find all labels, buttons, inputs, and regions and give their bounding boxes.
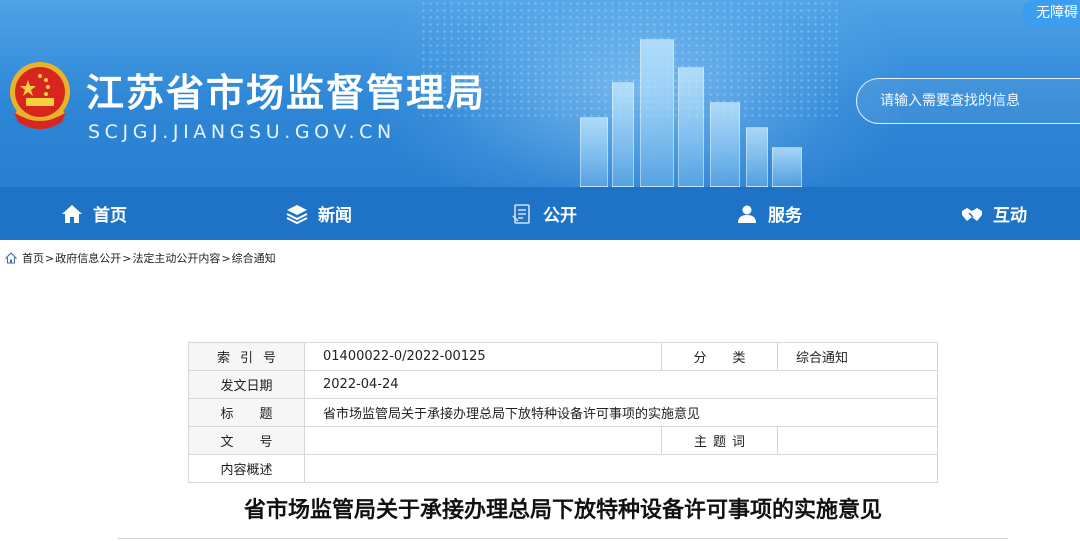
date-label: 发文日期 bbox=[188, 370, 305, 399]
national-emblem-icon bbox=[6, 60, 74, 132]
breadcrumb-link-gov-info[interactable]: 政府信息公开 bbox=[55, 250, 121, 266]
table-row: 发文日期 2022-04-24 bbox=[188, 370, 938, 399]
user-icon bbox=[735, 202, 759, 226]
banner-city-skyline bbox=[560, 37, 820, 187]
search-input[interactable] bbox=[880, 90, 1080, 112]
table-row: 内容概述 bbox=[188, 454, 938, 483]
header-banner: 江苏省市场监督管理局 SCJGJ.JIANGSU.GOV.CN 无障碍 bbox=[0, 0, 1080, 187]
breadcrumb-separator: > bbox=[221, 251, 231, 265]
doc-no-value bbox=[304, 426, 662, 455]
site-title: 江苏省市场监督管理局 bbox=[86, 71, 487, 115]
nav-item-label: 公开 bbox=[543, 206, 577, 226]
nav-item-public[interactable]: 公开 bbox=[510, 187, 577, 240]
nav-item-news[interactable]: 新闻 bbox=[285, 187, 352, 240]
search-box bbox=[856, 78, 1080, 124]
summary-label: 内容概述 bbox=[188, 454, 305, 483]
keyword-label: 主题词 bbox=[661, 426, 778, 455]
divider bbox=[118, 538, 1008, 539]
accessibility-button[interactable]: 无障碍 bbox=[1022, 0, 1080, 26]
title-value: 省市场监管局关于承接办理总局下放特种设备许可事项的实施意见 bbox=[304, 398, 938, 427]
home-icon bbox=[60, 202, 84, 226]
main-nav: 首页 新闻 公开 服务 互动 bbox=[0, 187, 1080, 240]
table-row: 文号 主题词 bbox=[188, 426, 938, 455]
breadcrumb-separator: > bbox=[122, 251, 132, 265]
nav-item-interact[interactable]: 互动 bbox=[960, 187, 1027, 240]
breadcrumb-separator: > bbox=[45, 251, 55, 265]
article-title: 省市场监管局关于承接办理总局下放特种设备许可事项的实施意见 bbox=[243, 498, 882, 523]
document-meta-table: 索引号 01400022-0/2022-00125 分类 综合通知 发文日期 2… bbox=[188, 342, 938, 483]
nav-item-label: 首页 bbox=[93, 206, 127, 226]
index-label: 索引号 bbox=[188, 342, 305, 371]
breadcrumb: 首页 > 政府信息公开 > 法定主动公开内容 > 综合通知 bbox=[4, 250, 276, 266]
table-row: 标题 省市场监管局关于承接办理总局下放特种设备许可事项的实施意见 bbox=[188, 398, 938, 427]
index-value: 01400022-0/2022-00125 bbox=[304, 342, 662, 371]
nav-item-label: 新闻 bbox=[318, 206, 352, 226]
breadcrumb-link-home[interactable]: 首页 bbox=[22, 250, 44, 266]
doc-no-label: 文号 bbox=[188, 426, 305, 455]
nav-item-label: 服务 bbox=[768, 206, 802, 226]
breadcrumb-link-statutory[interactable]: 法定主动公开内容 bbox=[132, 250, 220, 266]
summary-value bbox=[304, 454, 938, 483]
category-value: 综合通知 bbox=[777, 342, 938, 371]
home-icon bbox=[4, 252, 18, 264]
document-icon bbox=[510, 202, 534, 226]
site-domain: SCJGJ.JIANGSU.GOV.CN bbox=[88, 121, 396, 143]
layers-icon bbox=[285, 202, 309, 226]
nav-item-service[interactable]: 服务 bbox=[735, 187, 802, 240]
date-value: 2022-04-24 bbox=[304, 370, 938, 399]
handshake-icon bbox=[960, 202, 984, 226]
title-label: 标题 bbox=[188, 398, 305, 427]
table-row: 索引号 01400022-0/2022-00125 分类 综合通知 bbox=[188, 342, 938, 371]
breadcrumb-link-general-notice[interactable]: 综合通知 bbox=[232, 250, 276, 266]
category-label: 分类 bbox=[661, 342, 778, 371]
nav-item-home[interactable]: 首页 bbox=[60, 187, 127, 240]
nav-item-label: 互动 bbox=[993, 206, 1027, 226]
keyword-value bbox=[777, 426, 938, 455]
